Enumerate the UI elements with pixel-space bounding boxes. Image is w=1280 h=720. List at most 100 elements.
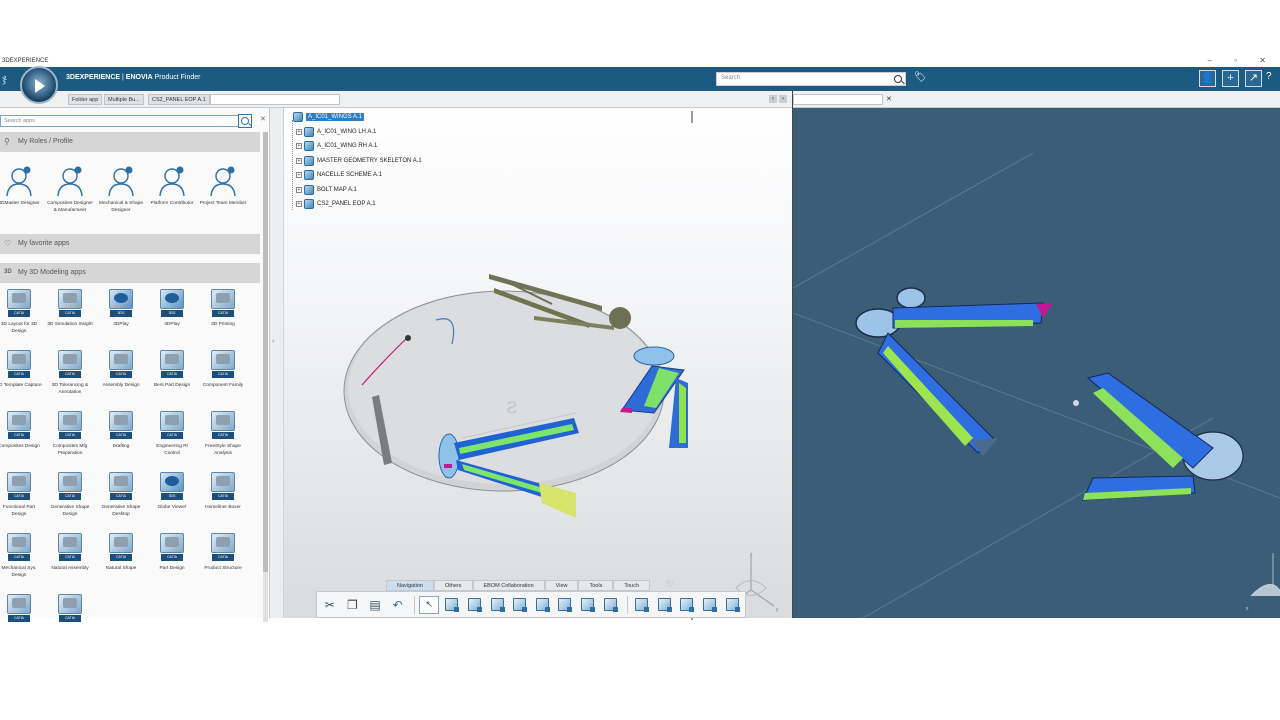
wing-3d-view[interactable] (792, 108, 1280, 619)
tab-blank[interactable] (210, 94, 340, 105)
help-icon[interactable]: ? (1266, 71, 1272, 82)
apps-search-button[interactable] (238, 114, 252, 128)
tool-6-icon[interactable] (555, 596, 575, 614)
app-tile-26[interactable]: CATIA (46, 594, 94, 627)
3d-viewport-left[interactable]: A_IC01_WINGS A.1 + A_IC01_WING LH A.1 + A_IC… (284, 108, 792, 620)
role-avatar-icon (155, 164, 189, 198)
app-icon: CATIA (55, 350, 85, 380)
right-viewport-compass[interactable]: x (1243, 548, 1280, 618)
role-3[interactable]: Platform Contributor (148, 164, 196, 208)
tag-icon[interactable]: 🏷 (914, 73, 927, 83)
app-tile-0[interactable]: CATIA 3D Layout for 3D Design (0, 289, 43, 335)
tab-close-icon[interactable]: ✕ (886, 95, 892, 103)
app-label: Natural Assembly (51, 566, 89, 571)
apps-search-input[interactable]: Search apps (0, 115, 252, 127)
tool-1-icon[interactable] (442, 596, 462, 614)
app-tile-12[interactable]: CATIA Drafting (97, 411, 145, 451)
app-tile-23[interactable]: CATIA Part Design (148, 533, 196, 573)
app-icon: CATIA (4, 289, 34, 319)
heart-icon: ♡ (4, 239, 12, 248)
tool-7-icon[interactable] (578, 596, 598, 614)
panel-splitter[interactable]: ‹ (270, 108, 284, 618)
tab-cs2-panel[interactable]: CS2_PANEL EOP A.1 (148, 94, 210, 105)
actionbar-tab-view[interactable]: View (544, 580, 579, 591)
tool-9-icon[interactable] (632, 596, 652, 614)
tab-multiple-bu[interactable]: Multiple Bu... (104, 94, 144, 105)
tab-prev-arrow[interactable]: ‹ (769, 95, 777, 103)
role-0[interactable]: 3DMaster Designer (0, 164, 43, 208)
actionbar-tab-others[interactable]: Others (434, 580, 473, 591)
tool-11-icon[interactable] (677, 596, 697, 614)
role-4[interactable]: Project Team Member (199, 164, 247, 208)
app-tile-8[interactable]: CATIA Bent Part Design (148, 350, 196, 390)
app-tile-21[interactable]: CATIA Natural Assembly (46, 533, 94, 573)
app-tile-17[interactable]: CATIA Generative Shape Desktop (97, 472, 145, 518)
select-icon[interactable]: ↖ (419, 595, 440, 614)
app-tile-16[interactable]: CATIA Generative Shape Design (46, 472, 94, 518)
app-tile-1[interactable]: CATIA 3D Simulation Insight (46, 289, 94, 329)
cut-icon[interactable]: ✂ (320, 596, 340, 614)
app-tile-25[interactable]: CATIA (0, 594, 43, 627)
role-label: 3DMaster Designer (0, 201, 40, 206)
app-tile-9[interactable]: CATIA Component Family (199, 350, 247, 390)
paste-icon[interactable]: ▤ (365, 596, 385, 614)
section-favorites[interactable]: ♡ My favorite apps (0, 234, 260, 254)
actionbar-tab-touch[interactable]: Touch (613, 580, 651, 591)
favorite-heart-icon[interactable]: ♡ (666, 579, 674, 590)
app-label: Drafting (112, 444, 130, 449)
tool-13-icon[interactable] (722, 596, 742, 614)
role-1[interactable]: Composites Designer & Manufacturer (46, 164, 94, 214)
section-roles[interactable]: ⚲ My Roles / Profile (0, 132, 260, 152)
tool-12-icon[interactable] (700, 596, 720, 614)
app-tile-3[interactable]: 3DS 3DPlay (148, 289, 196, 329)
app-tile-4[interactable]: CATIA 3D Printing (199, 289, 247, 329)
app-tile-10[interactable]: CATIA Composites Design (0, 411, 43, 451)
app-label: FreeStyle Shape Analysis (205, 444, 241, 456)
section-3d-modeling[interactable]: 3D My 3D Modeling apps (0, 263, 260, 283)
actionbar-tab-navigation[interactable]: Navigation (386, 580, 434, 591)
actionbar-tab-tools[interactable]: Tools (578, 580, 614, 591)
tool-10-icon[interactable] (655, 596, 675, 614)
panel-close-icon[interactable]: ✕ (260, 115, 266, 123)
tool-3-icon[interactable] (487, 596, 507, 614)
app-icon: CATIA (208, 411, 238, 441)
apps-scrollbar[interactable] (263, 132, 268, 622)
app-tile-24[interactable]: CATIA Product Structure (199, 533, 247, 573)
app-label: 3DPlay (164, 322, 180, 327)
add-icon[interactable]: + (1222, 70, 1239, 87)
app-icon: CATIA (4, 533, 34, 563)
tool-4-icon[interactable] (510, 596, 530, 614)
global-search-input[interactable]: Search (716, 72, 906, 86)
window-controls[interactable]: – ▫ ✕ (1208, 56, 1276, 65)
compass-icon[interactable] (20, 66, 58, 104)
copy-icon[interactable]: ❐ (343, 596, 363, 614)
tool-2-icon[interactable] (465, 596, 485, 614)
wing-assembly-model[interactable]: ƨ (284, 108, 792, 578)
undo-icon[interactable]: ↶ (388, 596, 408, 614)
app-tile-5[interactable]: CATIA 3D Template Capture (0, 350, 43, 390)
app-tile-19[interactable]: CATIA Homeliner Boxer (199, 472, 247, 512)
app-tile-2[interactable]: 3DS 3DPlay (97, 289, 145, 329)
app-tile-11[interactable]: CATIA Composites Mfg Preparation (46, 411, 94, 457)
user-icon[interactable]: 👤 (1199, 70, 1216, 87)
actionbar-tab-ebom-collaboration[interactable]: EBOM Collaboration (472, 580, 545, 591)
role-2[interactable]: Mechanical & Shape Designer (97, 164, 145, 214)
app-tile-18[interactable]: 3DS Globe Viewer (148, 472, 196, 512)
app-tile-15[interactable]: CATIA Functional Part Design (0, 472, 43, 518)
tab-next-arrow[interactable]: › (779, 95, 787, 103)
app-tile-14[interactable]: CATIA FreeStyle Shape Analysis (199, 411, 247, 457)
share-icon[interactable]: ↗ (1245, 70, 1262, 87)
app-icon: CATIA (4, 411, 34, 441)
3d-viewport-right[interactable]: x (792, 108, 1280, 619)
tab-folder-app[interactable]: Folder app (68, 94, 103, 105)
tab-right-blank[interactable] (793, 94, 883, 105)
app-icon: CATIA (157, 350, 187, 380)
app-tile-7[interactable]: CATIA Assembly Design (97, 350, 145, 390)
search-icon[interactable] (894, 75, 902, 83)
app-tile-6[interactable]: CATIA 3D Tolerancing & Annotation (46, 350, 94, 396)
app-tile-22[interactable]: CATIA Natural Shape (97, 533, 145, 573)
tool-5-icon[interactable] (533, 596, 553, 614)
tool-8-icon[interactable] (600, 596, 620, 614)
app-tile-13[interactable]: CATIA Engineering Rl Control (148, 411, 196, 457)
app-tile-20[interactable]: CATIA Mechanical Sys. Design (0, 533, 43, 579)
